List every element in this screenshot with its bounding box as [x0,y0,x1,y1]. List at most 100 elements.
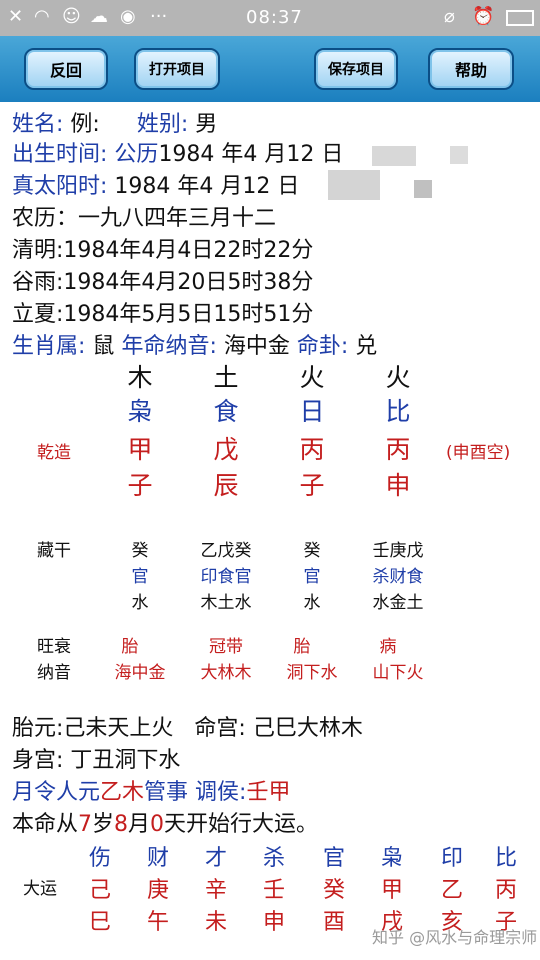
hidden-element: 水 [131,593,149,613]
dayun-stem: 丙 [494,878,517,903]
gender-value: 男 [195,112,218,137]
taiyuan-text: 胎元:己未天上火 [12,716,174,741]
status-bar: ✕ ◠ ☺ ☁ ◉ ··· 08:37 ⌀ ⏰ [0,0,540,36]
zodiac-value: 鼠 [92,334,115,359]
dayun-branche: 巳 [88,910,111,935]
strength-label: 旺衰 [37,637,71,657]
yueling-line: 月令人元乙木管事 调侯:壬甲 [12,774,290,806]
name-line: 姓名: 例: 姓别: 男 [12,106,217,138]
dayun-god: 官 [322,846,345,871]
pillar-element: 土 [213,363,239,392]
watermark: 知乎 @风水与命理宗师 [372,928,538,947]
app-icon: ☺ [62,6,81,27]
help-button[interactable]: 帮助 [428,48,514,90]
nayin-label: 年命纳音: [121,334,217,359]
dayun-stem: 辛 [204,878,227,903]
tiaohou-value: 壬甲 [246,780,291,805]
dayun-start-line: 本命从7岁8月0天开始行大运。 [12,806,318,838]
dayun-branche: 午 [146,910,169,935]
yueling-label: 月令人元 [12,780,101,805]
dayun-label: 大运 [23,879,57,899]
pillar-branch: 子 [299,471,325,500]
start-text: 岁 [92,812,115,837]
start-text: 月 [128,812,151,837]
nayin-value: 海中金 [114,663,166,683]
dayun-god: 杀 [262,846,285,871]
pillar-stem: 甲 [127,435,153,464]
status-time: 08:37 [246,7,303,28]
qingming-line: 清明:1984年4月4日22时22分 [12,238,314,263]
pillar-element: 木 [127,363,153,392]
open-project-button[interactable]: 打开项目 [134,48,220,90]
close-notification-icon: ✕ [8,6,24,27]
start-age: 7 [78,812,93,837]
pillar-element: 火 [299,363,325,392]
void-note: (申酉空) [446,443,511,463]
lunar-line: 农历：一九八四年三月十二 [12,206,277,231]
strength-value: 冠带 [209,637,243,657]
more-icon: ··· [150,6,168,27]
hidden-god: 印食官 [200,567,252,587]
start-text: 本命从 [12,812,79,837]
hidden-element: 水 [303,593,321,613]
taiyuan-line: 胎元:己未天上火 命宫: 己巳大林木 [12,710,363,742]
weibo-icon: ◉ [120,6,136,27]
hidden-god: 官 [131,567,149,587]
nayin-row-label: 纳音 [37,663,71,683]
hidden-stem: 癸 [131,541,149,561]
pillar-god: 日 [299,397,325,426]
pillar-stem: 丙 [299,435,325,464]
dayun-stem: 癸 [322,878,345,903]
solar-label: 真太阳时: [12,174,108,199]
pillar-branch: 子 [127,471,153,500]
pillar-stem: 戊 [213,435,239,464]
dayun-god: 伤 [88,846,111,871]
birth-label: 出生时间: [12,142,108,167]
dayun-god: 财 [146,846,169,871]
zodiac-label: 生肖属: [12,334,86,359]
name-value: 例: [70,112,100,137]
birth-line: 出生时间: 公历1984 年4 月12 日 [12,136,343,168]
dayun-branche: 未 [204,910,227,935]
tiaohou-label: 管事 调侯: [144,780,247,805]
pillar-stem: 丙 [385,435,411,464]
pillar-god: 枭 [127,397,153,426]
redacted-block [328,170,380,200]
gua-label: 命卦: [296,334,349,359]
hidden-label: 藏干 [37,541,71,561]
nayin-value: 山下火 [372,663,424,683]
nayin-value: 海中金 [223,334,290,359]
redacted-block [414,180,432,198]
pillars-label: 乾造 [37,443,71,463]
battery-icon [506,10,534,26]
toolbar: 反回 打开项目 保存项目 帮助 [0,36,540,102]
redacted-block [450,146,468,164]
shengong-line: 身宫: 丁丑洞下水 [12,748,181,773]
strength-value: 病 [379,637,397,657]
dayun-stem: 庚 [146,878,169,903]
pillar-god: 食 [213,397,239,426]
weather-icon: ☁ [90,6,108,27]
back-button[interactable]: 反回 [24,48,108,90]
dayun-god: 比 [494,846,517,871]
save-project-button[interactable]: 保存项目 [314,48,398,90]
dayun-stem: 乙 [440,878,463,903]
solar-value: 1984 年4 月12 日 [114,174,300,199]
hidden-god: 杀财食 [372,567,424,587]
alarm-icon: ⏰ [472,6,495,27]
guyu-line: 谷雨:1984年4月20日5时38分 [12,270,314,295]
nayin-value: 大林木 [200,663,252,683]
yueling-value: 乙木 [100,780,145,805]
redacted-block [372,146,416,166]
start-month: 8 [114,812,129,837]
dayun-branche: 酉 [322,910,345,935]
lixia-line: 立夏:1984年5月5日15时51分 [12,302,314,327]
pillar-element: 火 [385,363,411,392]
name-label: 姓名: [12,112,64,137]
birth-calendar: 公历 [114,142,159,167]
dayun-stem: 甲 [380,878,403,903]
gua-value: 兑 [355,334,378,359]
gender-label: 姓别: [136,112,189,137]
solar-line: 真太阳时: 1984 年4 月12 日 [12,168,299,200]
hidden-stem: 壬庚戊 [372,541,424,561]
